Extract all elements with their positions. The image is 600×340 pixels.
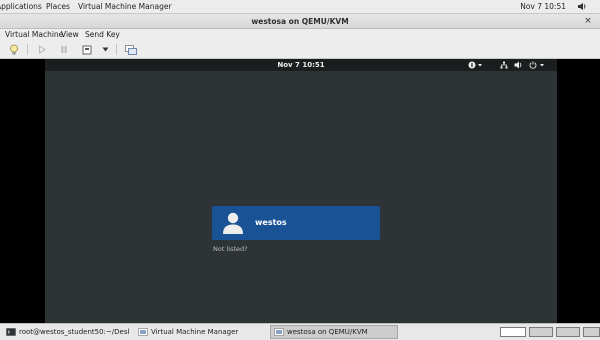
workspace-4[interactable] [583,327,600,337]
volume-icon[interactable] [514,61,523,69]
screen: { "top_panel": { "applications": "Applic… [0,0,600,340]
pause-icon[interactable] [58,43,70,56]
toolbar-separator [27,44,28,55]
window-titlebar[interactable]: westosa on QEMU/KVM × [0,14,600,29]
task-label: Virtual Machine Manager [151,328,239,336]
vm-top-bar: Nov 7 10:51 [45,59,557,71]
panel-clock[interactable]: Nov 7 10:51 [520,2,566,11]
toolbar [0,41,600,59]
menu-virtual-machine[interactable]: Virtual Machine [5,30,63,39]
workspace-3[interactable] [556,327,580,337]
menu-bar: Virtual Machine View Send Key [0,29,600,41]
lightbulb-icon[interactable] [7,43,21,56]
dropdown-icon[interactable] [100,43,110,56]
applications-menu[interactable]: Applications [0,2,42,11]
vm-window-icon [274,328,284,336]
task-vmm[interactable]: Virtual Machine Manager [134,325,266,339]
close-button[interactable]: × [582,15,594,27]
toolbar-separator [116,44,117,55]
user-name: westos [255,218,287,227]
user-avatar-icon [220,210,246,236]
menu-view[interactable]: View [61,30,79,39]
terminal-icon [6,328,16,336]
taskbar: root@westos_student50:~/Desktop Virtual … [0,323,600,340]
accessibility-icon[interactable] [468,61,483,69]
task-label: root@westos_student50:~/Desktop [19,328,129,336]
power-icon[interactable] [80,43,93,56]
user-entry-button[interactable]: westos [212,206,380,240]
screenshot-icon[interactable] [124,43,138,56]
vm-display[interactable]: Nov 7 10:51 westos Not listed? [45,59,557,323]
vmm-icon [138,328,148,336]
volume-icon[interactable] [577,2,587,13]
active-app-menu[interactable]: Virtual Machine Manager [78,2,172,11]
task-vm-window[interactable]: westosa on QEMU/KVM [270,325,398,339]
task-label: westosa on QEMU/KVM [287,328,368,336]
menu-send-key[interactable]: Send Key [85,30,120,39]
workspace-2[interactable] [529,327,553,337]
not-listed-link[interactable]: Not listed? [213,245,248,253]
play-icon[interactable] [36,43,48,56]
top-panel: Applications Places Virtual Machine Mana… [0,0,600,14]
workspace-1[interactable] [500,327,526,337]
places-menu[interactable]: Places [46,2,70,11]
task-terminal[interactable]: root@westos_student50:~/Desktop [2,325,130,339]
network-icon[interactable] [500,61,508,69]
power-menu-icon[interactable] [529,61,546,69]
window-title: westosa on QEMU/KVM [251,17,349,26]
